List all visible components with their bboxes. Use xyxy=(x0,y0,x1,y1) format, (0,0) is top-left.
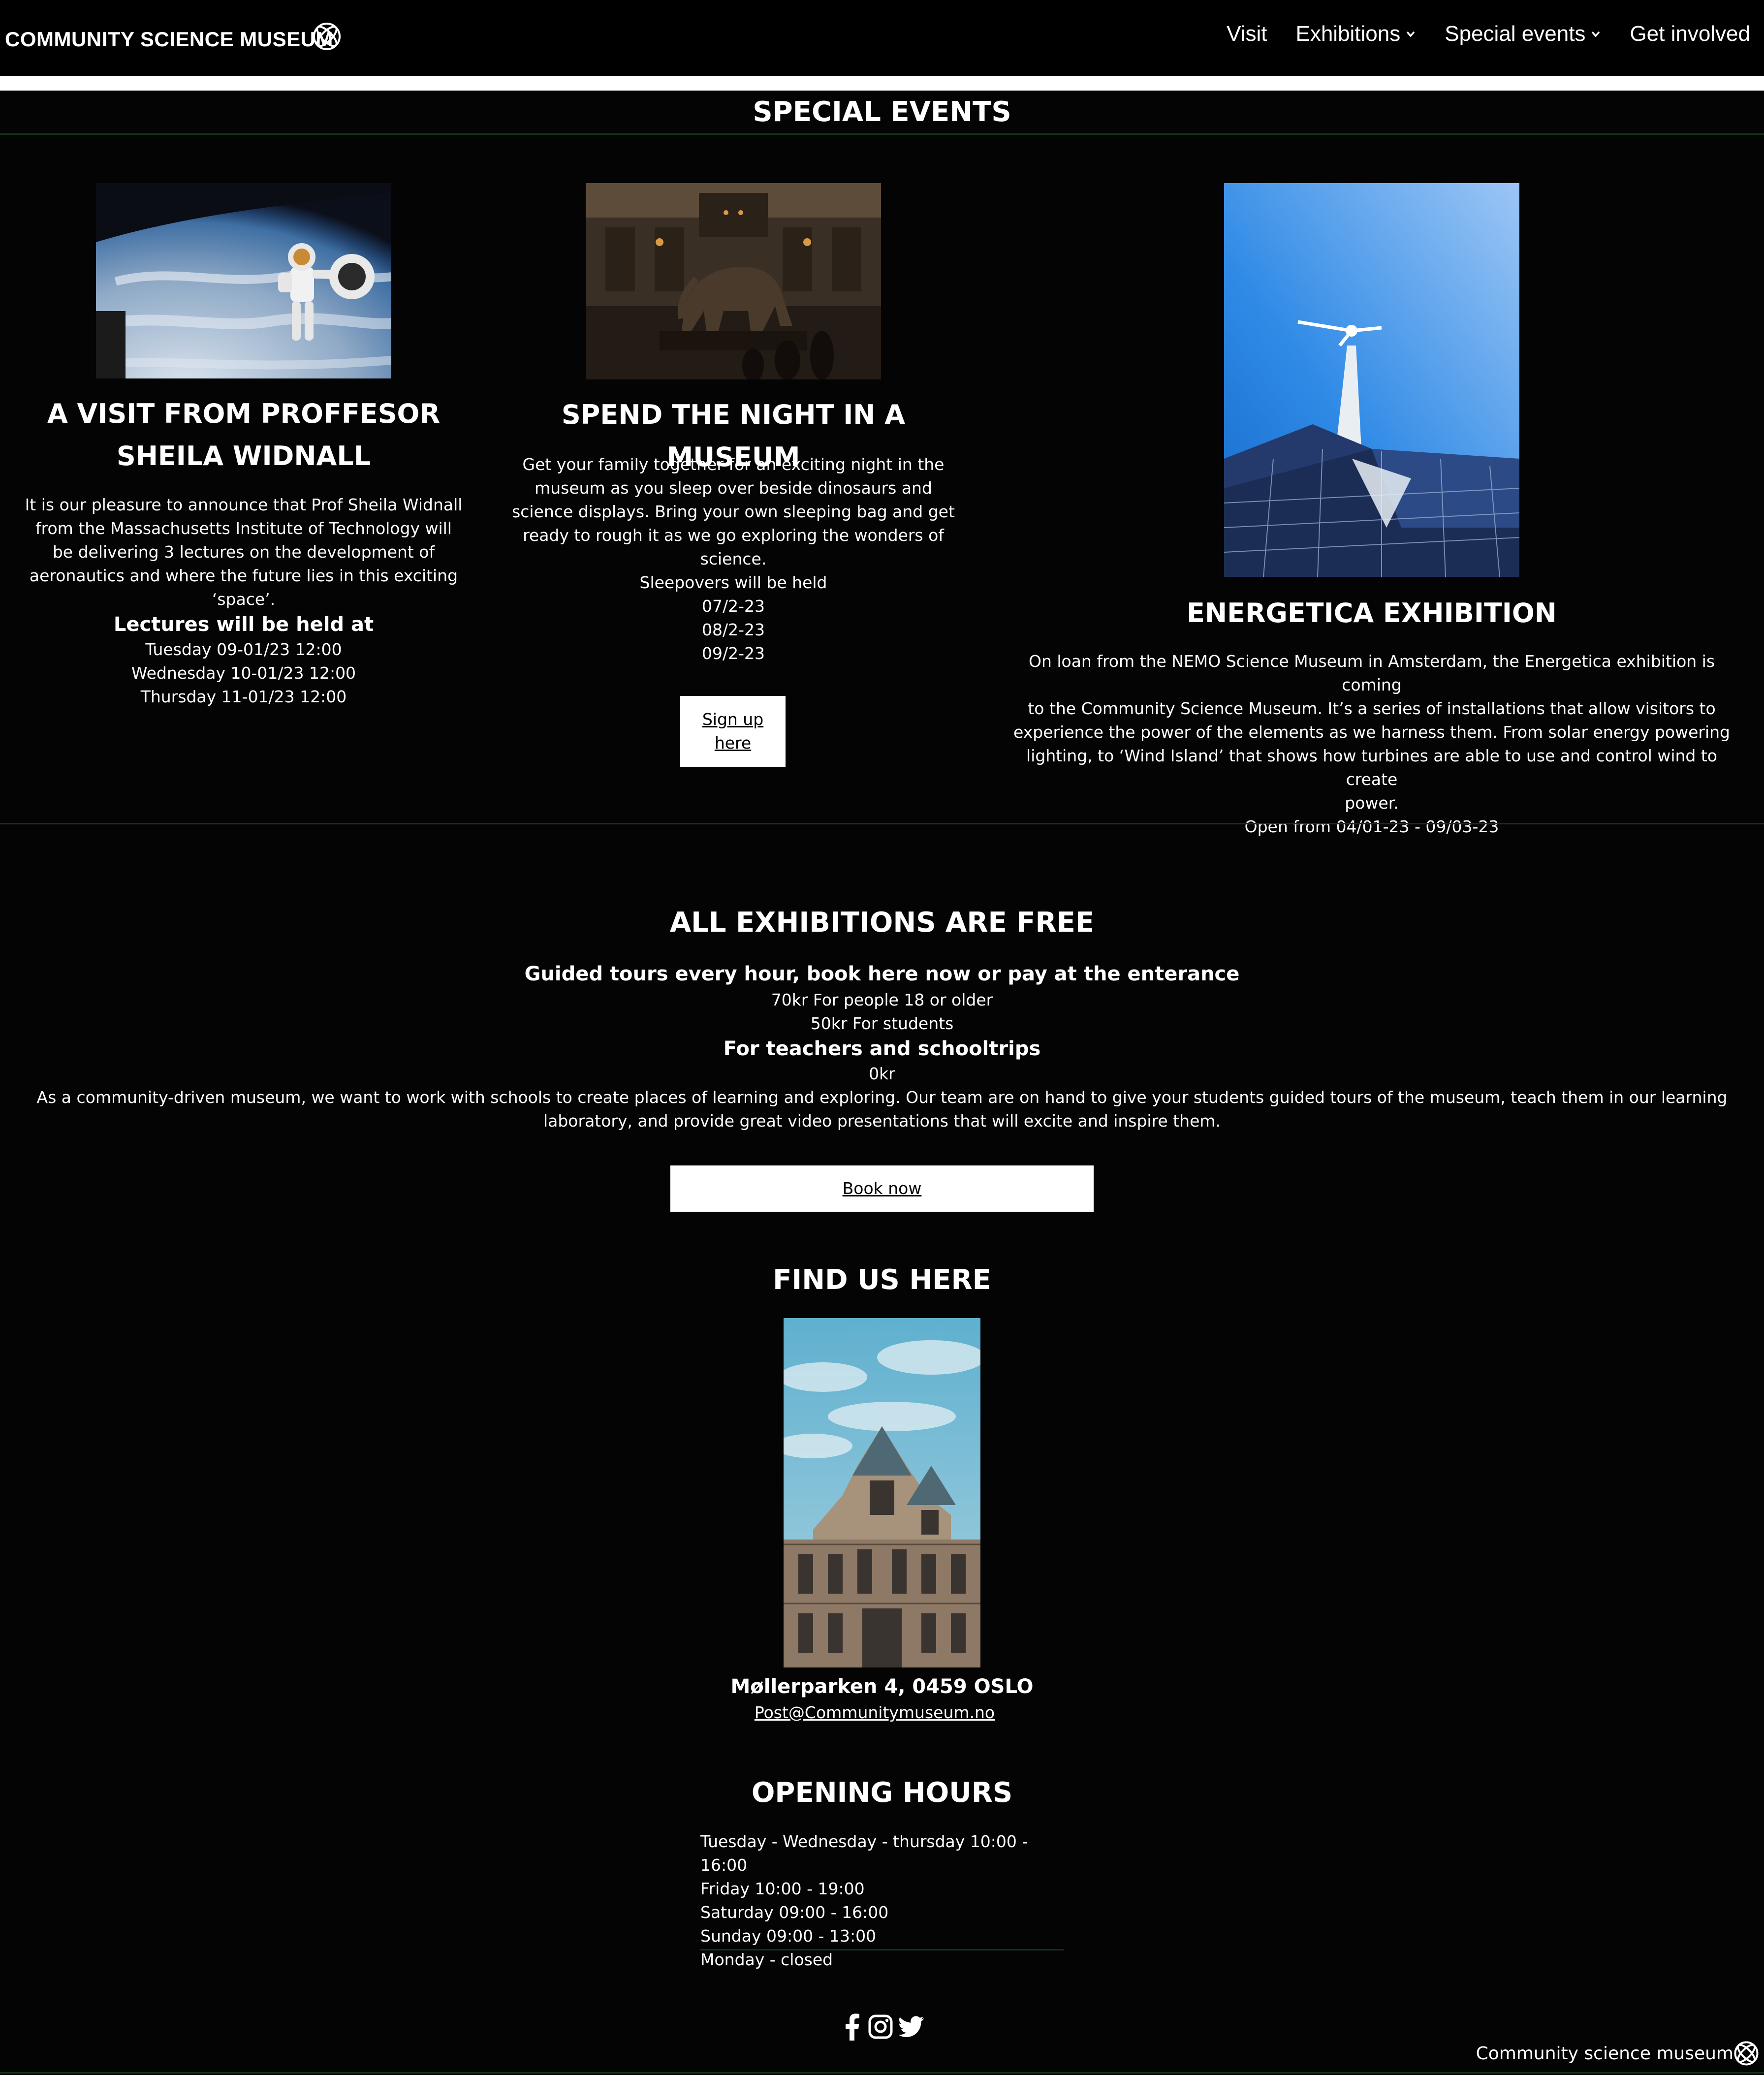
book-now-button[interactable]: Book now xyxy=(670,1165,1094,1212)
nav-visit-label: Visit xyxy=(1227,22,1267,46)
atom-logo-icon xyxy=(1734,2041,1759,2066)
event1-desc-line: It is our pleasure to announce that Prof… xyxy=(25,495,463,514)
nav-exhibitions-label: Exhibitions xyxy=(1295,22,1401,46)
event1-desc-line: be delivering 3 lectures on the developm… xyxy=(52,542,435,562)
sign-up-label-line1: Sign up xyxy=(702,710,764,729)
event1-title-line2: SHEILA WIDNALL xyxy=(116,440,371,472)
sign-up-label-line2: here xyxy=(714,733,752,753)
teachers-heading: For teachers and schooltrips xyxy=(723,1038,1041,1060)
nav-get-involved-label: Get involved xyxy=(1630,22,1750,46)
instagram-icon[interactable] xyxy=(868,2013,893,2041)
main-nav: Visit Exhibitions Special events Get inv… xyxy=(1227,22,1750,46)
event2-description: Get your family together for an exciting… xyxy=(512,453,955,665)
section-divider xyxy=(0,133,1764,135)
schools-description-line2: laboratory, and provide great video pres… xyxy=(543,1111,1221,1131)
hours-line: Saturday 09:00 - 16:00 xyxy=(700,1903,889,1922)
event2-held-label: Sleepovers will be held xyxy=(639,573,827,592)
event3-desc-line: power. xyxy=(1345,793,1399,813)
event1-desc-line: aeronautics and where the future lies in… xyxy=(29,566,458,585)
event2-desc-line: museum as you sleep over beside dinosaur… xyxy=(535,478,932,498)
event1-title: A VISIT FROM PROFFESOR SHEILA WIDNALL xyxy=(20,393,468,477)
event2-date: 09/2-23 xyxy=(701,644,765,663)
brand-name[interactable]: COMMUNITY SCIENCE MUSEUM xyxy=(5,28,333,51)
event3-description: On loan from the NEMO Science Museum in … xyxy=(1004,650,1739,839)
event2-date: 07/2-23 xyxy=(701,597,765,616)
special-events-title: SPECIAL EVENTS xyxy=(753,96,1011,128)
nav-exhibitions[interactable]: Exhibitions xyxy=(1295,22,1416,46)
event2-desc-line: science. xyxy=(700,549,767,568)
hours-line: Friday 10:00 - 19:00 xyxy=(700,1879,865,1898)
event2-date: 08/2-23 xyxy=(701,620,765,639)
hours-divider xyxy=(700,1949,1064,1950)
event1-desc-line: from the Massachusetts Institute of Tech… xyxy=(35,519,452,538)
find-us-title: FIND US HERE xyxy=(773,1264,991,1296)
event1-date: Thursday 11-01/23 12:00 xyxy=(140,687,347,706)
chevron-down-icon xyxy=(1592,31,1600,37)
twitter-icon[interactable] xyxy=(899,2013,924,2041)
event1-date: Tuesday 09-01/23 12:00 xyxy=(145,640,342,659)
event3-desc-line: experience the power of the elements as … xyxy=(1013,723,1730,742)
hours-line: Sunday 09:00 - 13:00 xyxy=(700,1926,877,1946)
event3-title: ENERGETICA EXHIBITION xyxy=(1187,597,1557,629)
nav-visit[interactable]: Visit xyxy=(1227,22,1267,46)
section-divider xyxy=(0,823,1764,824)
atom-logo-icon[interactable] xyxy=(312,22,342,51)
footer-divider xyxy=(0,2072,1764,2074)
hours-line: Monday - closed xyxy=(700,1950,833,1969)
event3-desc-line: On loan from the NEMO Science Museum in … xyxy=(1028,652,1715,694)
event2-desc-line: ready to rough it as we go exploring the… xyxy=(523,526,944,545)
nav-special-events-label: Special events xyxy=(1445,22,1586,46)
facebook-icon[interactable] xyxy=(844,2013,860,2041)
footer-brand: Community science museum xyxy=(1476,2044,1733,2064)
event3-desc-line: lighting, to ‘Wind Island’ that shows ho… xyxy=(1026,746,1717,789)
event1-description: It is our pleasure to announce that Prof… xyxy=(20,493,468,709)
hours-line: Tuesday - Wednesday - thursday 10:00 - 1… xyxy=(700,1832,1028,1875)
chevron-down-icon xyxy=(1406,31,1415,37)
museum-hall-image xyxy=(586,183,881,379)
header-divider-band xyxy=(0,76,1764,91)
price-list: 70kr For people 18 or older 50kr For stu… xyxy=(0,988,1764,1133)
tours-heading: Guided tours every hour, book here now o… xyxy=(524,963,1240,985)
exhibitions-title: ALL EXHIBITIONS ARE FREE xyxy=(669,907,1095,939)
event1-lectures-heading: Lectures will be held at xyxy=(113,613,374,636)
email-link[interactable]: Post@Communitymuseum.no xyxy=(707,1701,1042,1725)
event3-open-dates: Open from 04/01-23 - 09/03-23 xyxy=(1244,817,1499,836)
event2-desc-line: science displays. Bring your own sleepin… xyxy=(512,502,955,521)
nav-special-events[interactable]: Special events xyxy=(1445,22,1601,46)
sign-up-button[interactable]: Sign up here xyxy=(680,696,786,767)
event2-desc-line: Get your family together for an exciting… xyxy=(522,455,945,474)
event1-title-line1: A VISIT FROM PROFFESOR xyxy=(47,398,441,429)
event1-date: Wednesday 10-01/23 12:00 xyxy=(131,663,356,683)
schools-description-line1: As a community-driven museum, we want to… xyxy=(36,1088,1728,1107)
price-adult: 70kr For people 18 or older xyxy=(771,990,993,1009)
event1-desc-line: ‘space’. xyxy=(212,590,276,609)
opening-hours-title: OPENING HOURS xyxy=(751,1777,1013,1809)
astronaut-image xyxy=(96,183,391,378)
address: Møllerparken 4, 0459 OSLO xyxy=(730,1675,1034,1698)
museum-building-image xyxy=(784,1318,980,1667)
nav-get-involved[interactable]: Get involved xyxy=(1630,22,1750,46)
site-header: COMMUNITY SCIENCE MUSEUM Visit Exhibitio… xyxy=(0,0,1764,76)
event3-desc-line: to the Community Science Museum. It’s a … xyxy=(1028,699,1716,718)
wind-turbine-image xyxy=(1224,183,1519,577)
price-student: 50kr For students xyxy=(810,1014,954,1033)
price-teachers: 0kr xyxy=(869,1064,895,1083)
